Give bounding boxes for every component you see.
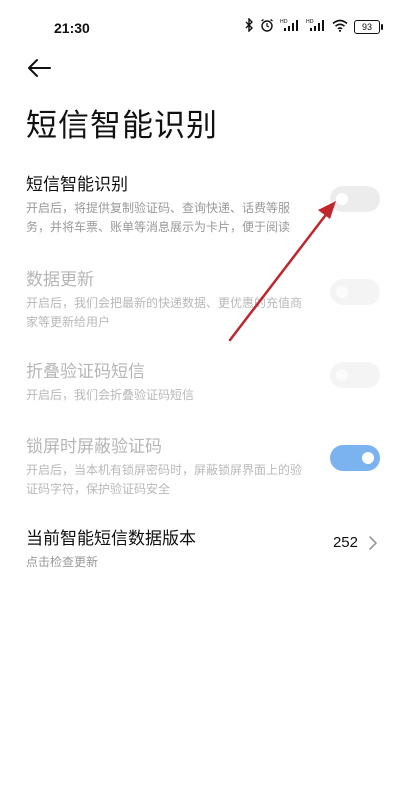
setting-title: 折叠验证码短信 — [26, 362, 145, 382]
setting-desc: 开启后，将提供复制验证码、查询快递、话费等服务，并将车票、账单等消息展示为卡片，… — [26, 201, 291, 234]
fold-code-sms-toggle[interactable] — [330, 362, 380, 388]
page-title: 短信智能识别 — [26, 108, 218, 144]
hide-code-lock-toggle[interactable] — [330, 445, 380, 471]
signal-hd-icon-1: HD — [280, 18, 300, 35]
status-icons: HD HD 93 — [244, 17, 383, 35]
back-arrow-icon — [28, 59, 51, 77]
setting-fold-code-sms: 折叠验证码短信 开启后，我们会折叠验证码短信 — [26, 357, 382, 405]
data-version-value: 252 — [332, 534, 358, 551]
status-time: 21:30 — [54, 20, 90, 36]
data-update-toggle[interactable] — [330, 279, 380, 305]
svg-text:HD: HD — [280, 19, 288, 25]
setting-desc: 开启后，我们会把最新的快递数据、更优惠的充值商家等更新给用户 — [26, 296, 303, 329]
chevron-right-icon — [369, 536, 377, 550]
bluetooth-icon — [244, 17, 254, 35]
setting-data-update: 数据更新 开启后，我们会把最新的快递数据、更优惠的充值商家等更新给用户 — [26, 265, 382, 332]
toggle-knob — [336, 193, 348, 205]
toggle-knob — [336, 286, 348, 298]
setting-title: 数据更新 — [26, 270, 94, 290]
setting-desc: 开启后，我们会折叠验证码短信 — [26, 388, 195, 402]
battery-icon: 93 — [354, 19, 383, 34]
sms-recognition-toggle[interactable] — [330, 186, 380, 212]
wifi-icon — [332, 19, 348, 35]
status-bar: 21:30 HD HD 93 — [0, 0, 406, 52]
setting-title: 锁屏时屏蔽验证码 — [26, 437, 162, 457]
setting-sms-recognition[interactable]: 短信智能识别 开启后，将提供复制验证码、查询快递、话费等服务，并将车票、账单等消… — [26, 170, 382, 237]
setting-desc: 开启后，当本机有锁屏密码时，屏蔽锁屏界面上的验证码字符，保护验证码安全 — [26, 463, 303, 496]
alarm-icon — [260, 18, 274, 35]
setting-title: 短信智能识别 — [26, 175, 128, 195]
toggle-knob — [336, 369, 348, 381]
back-button[interactable] — [26, 56, 54, 80]
setting-title: 当前智能短信数据版本 — [26, 529, 196, 549]
svg-text:HD: HD — [306, 19, 314, 25]
setting-desc: 点击检查更新 — [26, 555, 99, 569]
setting-data-version[interactable]: 当前智能短信数据版本 点击检查更新 — [26, 524, 382, 572]
signal-hd-icon-2: HD — [306, 18, 326, 35]
toggle-knob — [362, 452, 374, 464]
setting-hide-code-lock: 锁屏时屏蔽验证码 开启后，当本机有锁屏密码时，屏蔽锁屏界面上的验证码字符，保护验… — [26, 432, 382, 499]
